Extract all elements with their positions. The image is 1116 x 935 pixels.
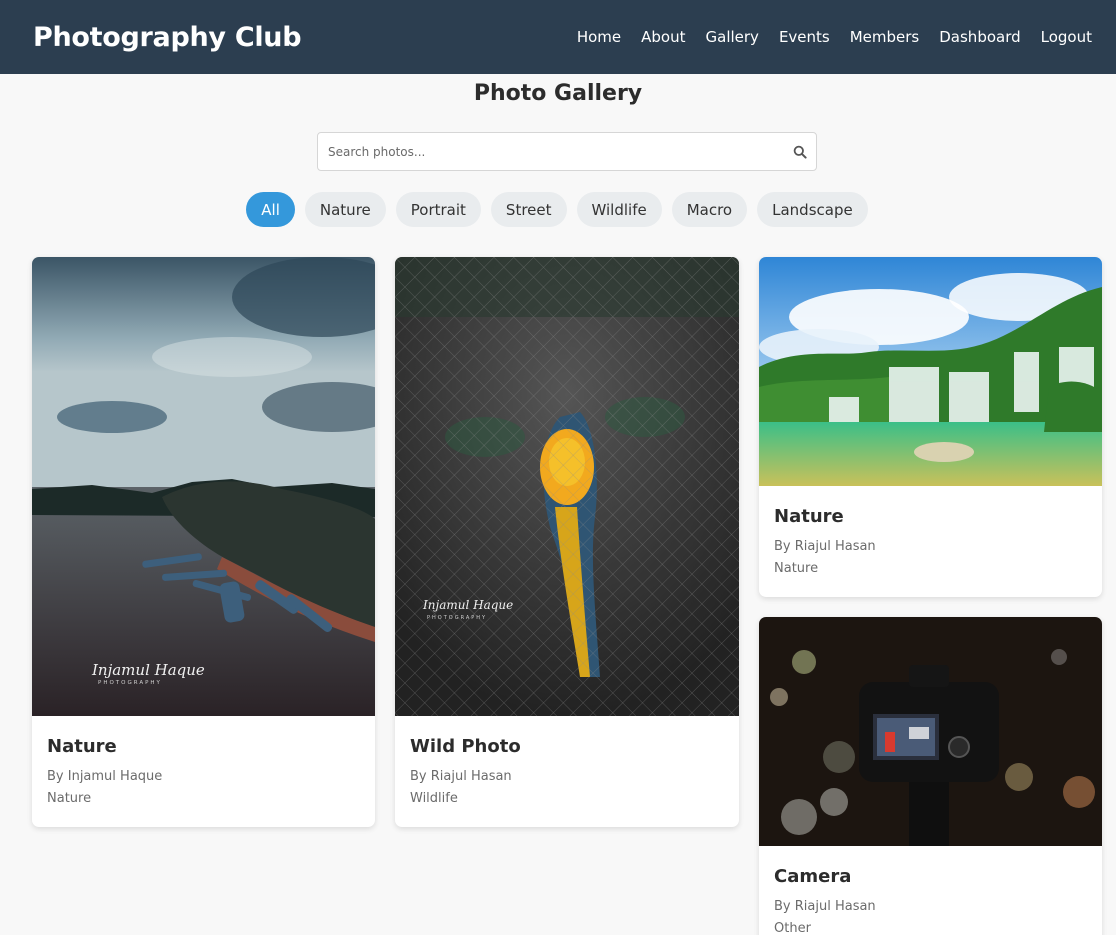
card-info: Camera By Riajul Hasan Other xyxy=(759,846,1102,935)
page-title: Photo Gallery xyxy=(473,81,643,106)
watermark-sub: PHOTOGRAPHY xyxy=(427,615,487,621)
filter-wildlife[interactable]: Wildlife xyxy=(576,192,662,227)
photo-card[interactable]: Nature By Riajul Hasan Nature xyxy=(759,257,1102,597)
photo-card[interactable]: Camera By Riajul Hasan Other xyxy=(759,617,1102,935)
photo-waterfall[interactable] xyxy=(759,257,1102,486)
nav-members-link[interactable]: Members xyxy=(840,28,930,46)
filter-portrait[interactable]: Portrait xyxy=(395,192,481,227)
search-box xyxy=(317,132,817,171)
card-title: Nature xyxy=(774,506,844,527)
nav-events-link[interactable]: Events xyxy=(769,28,840,46)
nav-gallery-link[interactable]: Gallery xyxy=(696,28,769,46)
nav-logout-link[interactable]: Logout xyxy=(1031,28,1102,46)
watermark-name: Injamul Haque xyxy=(422,598,513,612)
card-title: Camera xyxy=(774,866,852,887)
photo-lakeside-boats[interactable]: Injamul Haque PHOTOGRAPHY xyxy=(32,257,375,716)
card-title: Nature xyxy=(47,736,117,757)
search-icon[interactable] xyxy=(792,144,808,160)
nav-dashboard-link[interactable]: Dashboard xyxy=(929,28,1030,46)
card-category: Nature xyxy=(774,561,819,576)
watermark-name: Injamul Haque xyxy=(91,661,205,679)
card-category: Wildlife xyxy=(410,791,458,806)
search-input[interactable] xyxy=(328,144,792,159)
card-author: By Injamul Haque xyxy=(47,769,163,784)
card-author: By Riajul Hasan xyxy=(774,539,876,554)
photo-macaw-fence[interactable]: Injamul Haque PHOTOGRAPHY xyxy=(395,257,739,716)
card-category: Other xyxy=(774,921,811,935)
nav-about-link[interactable]: About xyxy=(631,28,695,46)
photo-camera[interactable] xyxy=(759,617,1102,846)
card-author: By Riajul Hasan xyxy=(410,769,512,784)
card-info: Nature By Injamul Haque Nature xyxy=(32,716,375,806)
filter-nature[interactable]: Nature xyxy=(304,192,386,227)
photo-card[interactable]: Injamul Haque PHOTOGRAPHY Wild Photo By … xyxy=(395,257,739,827)
filter-street[interactable]: Street xyxy=(490,192,567,227)
brand-logo[interactable]: Photography Club xyxy=(33,22,302,53)
filter-all[interactable]: All xyxy=(246,192,295,227)
nav-links: Home About Gallery Events Members Dashbo… xyxy=(567,28,1102,46)
photo-card[interactable]: Injamul Haque PHOTOGRAPHY Nature By Inja… xyxy=(32,257,375,827)
card-info: Wild Photo By Riajul Hasan Wildlife xyxy=(395,716,739,806)
filter-macro[interactable]: Macro xyxy=(671,192,748,227)
category-filters: All Nature Portrait Street Wildlife Macr… xyxy=(0,192,1116,227)
watermark-sub: PHOTOGRAPHY xyxy=(98,680,162,686)
nav-home-link[interactable]: Home xyxy=(567,28,631,46)
card-category: Nature xyxy=(47,791,92,806)
navbar: Photography Club Home About Gallery Even… xyxy=(0,0,1116,74)
card-author: By Riajul Hasan xyxy=(774,899,876,914)
card-info: Nature By Riajul Hasan Nature xyxy=(759,486,1102,576)
card-title: Wild Photo xyxy=(410,736,521,757)
filter-landscape[interactable]: Landscape xyxy=(757,192,868,227)
